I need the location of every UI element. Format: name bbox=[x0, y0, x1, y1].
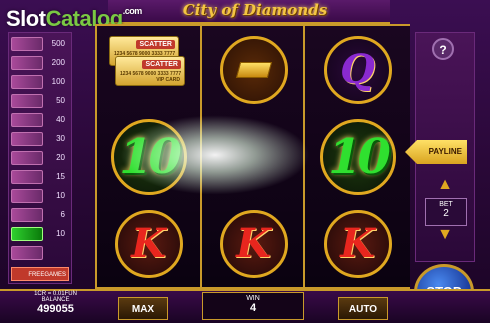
paytable-value: 10 bbox=[56, 191, 65, 200]
paytable-symbol bbox=[11, 36, 43, 51]
reel-cell: Q bbox=[305, 26, 410, 113]
k-symbol: K bbox=[323, 209, 392, 278]
paytable-row: 10 bbox=[11, 188, 69, 203]
paytable-value: 6 bbox=[60, 210, 65, 219]
bet-display: BET 2 bbox=[425, 198, 467, 226]
paytable-symbol bbox=[11, 55, 43, 70]
paytable-value: 10 bbox=[56, 229, 65, 238]
win-sparkle-effect bbox=[120, 115, 310, 195]
reel-cell bbox=[202, 26, 305, 113]
paytable-symbol bbox=[11, 245, 43, 260]
bet-down-icon[interactable]: ▼ bbox=[430, 227, 460, 243]
gold-bars-symbol bbox=[219, 35, 288, 104]
scatter-tag: SCATTER bbox=[142, 60, 181, 69]
paytable-value: 500 bbox=[51, 39, 65, 48]
paytable-symbol bbox=[11, 207, 43, 222]
watermark-com: .com bbox=[122, 6, 143, 16]
paytable-symbol bbox=[11, 93, 43, 108]
paytable-value: 200 bbox=[51, 58, 65, 67]
paytable-row: 50 bbox=[11, 93, 69, 108]
paytable: 500 200 100 50 40 30 20 15 10 6 10 FREEG… bbox=[8, 32, 72, 284]
paytable-value: 30 bbox=[56, 134, 65, 143]
win-label: WIN bbox=[246, 295, 260, 302]
q-symbol: Q bbox=[323, 35, 392, 104]
paytable-row: 100 bbox=[11, 74, 69, 89]
max-bet-button[interactable]: MAX bbox=[118, 297, 168, 320]
paytable-value: 40 bbox=[56, 115, 65, 124]
paytable-row: 500 bbox=[11, 36, 69, 51]
ten-text: 10 bbox=[328, 128, 391, 185]
balance-value: 499055 bbox=[37, 303, 74, 315]
reel-cell: K bbox=[202, 200, 305, 287]
win-display: WIN 4 bbox=[202, 292, 304, 320]
ten-symbol: 10 bbox=[319, 118, 396, 195]
paytable-symbol bbox=[11, 74, 43, 89]
k-symbol: K bbox=[219, 209, 288, 278]
auto-play-button[interactable]: AUTO bbox=[338, 297, 388, 320]
paytable-row: 200 bbox=[11, 55, 69, 70]
paytable-symbol bbox=[11, 226, 43, 241]
game-title: City of Diamonds bbox=[182, 1, 328, 19]
help-button[interactable]: ? bbox=[432, 38, 454, 60]
paytable-value: 50 bbox=[56, 96, 65, 105]
bet-value: 2 bbox=[443, 208, 449, 219]
k-symbol: K bbox=[114, 209, 183, 278]
paytable-row: 6 bbox=[11, 207, 69, 222]
paytable-symbol bbox=[11, 131, 43, 146]
paytable-row: 20 bbox=[11, 150, 69, 165]
credit-info: 1CR = 0.01FUN BALANCE 499055 bbox=[18, 291, 93, 315]
watermark-slot: Slot bbox=[6, 6, 46, 31]
bet-label: BET bbox=[439, 201, 453, 208]
scatter-symbol: SCATTER 1234 5678 9000 3333 7777 VIP CARD bbox=[115, 56, 185, 86]
paytable-value: 100 bbox=[51, 77, 65, 86]
paytable-row bbox=[11, 245, 69, 260]
paytable-value: 15 bbox=[56, 172, 65, 181]
scatter-tag: SCATTER bbox=[136, 40, 175, 49]
bet-up-icon[interactable]: ▲ bbox=[430, 177, 460, 193]
reel-cell: K bbox=[305, 200, 410, 287]
paytable-symbol bbox=[11, 169, 43, 184]
reel-cell: K bbox=[97, 200, 200, 287]
reel-3: Q 10 K bbox=[303, 26, 410, 287]
paytable-row: 15 bbox=[11, 169, 69, 184]
paytable-free-label: FREEGAMES bbox=[11, 267, 69, 281]
paytable-value: 20 bbox=[56, 153, 65, 162]
paytable-row: 30 bbox=[11, 131, 69, 146]
paytable-row-active: 10 bbox=[11, 226, 69, 241]
paytable-row: 40 bbox=[11, 112, 69, 127]
reel-cell: SCATTER 1234 5678 9000 3333 7777 SCATTER 1… bbox=[97, 26, 200, 113]
win-value: 4 bbox=[249, 302, 257, 314]
paytable-symbol bbox=[11, 112, 43, 127]
scatter-vip: VIP CARD bbox=[156, 77, 180, 83]
reel-cell: 10 bbox=[305, 113, 410, 200]
paytable-symbol bbox=[11, 150, 43, 165]
paytable-symbol bbox=[11, 188, 43, 203]
gold-bar-icon bbox=[235, 61, 272, 78]
payline-indicator: PAYLINE bbox=[405, 140, 467, 164]
